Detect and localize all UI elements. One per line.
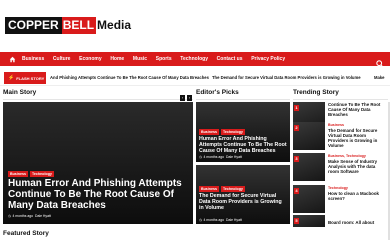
trending-thumbnail[interactable]: 3 [293,153,325,181]
trending-rank: 5 [294,218,299,224]
featured-story-title: Featured Story [3,230,49,237]
trending-headline[interactable]: Board room: All about [328,220,382,225]
trending-category[interactable]: Business [328,123,344,127]
trending-headline[interactable]: Continue To Be The Root Cause Of Many Da… [328,102,382,117]
trending-thumbnail[interactable]: 4 [293,185,325,213]
trending-rank: 1 [294,105,299,111]
post-time: 4 months ago [203,218,225,222]
home-icon[interactable] [6,52,18,66]
trending-thumbnail[interactable]: 5 [293,215,325,227]
nav-item-business[interactable]: Business [22,56,44,62]
post-author[interactable]: Dale Hyatt [35,214,51,218]
trending-story-title: Trending Story [293,89,339,96]
trending-headline[interactable]: How to clean a Macbook screen? [328,191,382,201]
flash-item[interactable]: Make [374,75,384,80]
prev-arrow-icon[interactable]: ‹ [180,95,185,101]
trending-item[interactable]: 5 Board room: All about [293,215,390,227]
editors-pick-meta: ◷ 4 months ago Dale Hyatt [199,155,242,159]
flash-story-badge: ⚡ FLASH STORY [4,72,46,84]
post-time: 4 months ago [203,155,225,159]
main-nav: Business Culture Economy Home Music Spor… [0,52,390,68]
editors-pick-card[interactable]: Business Technology Human Error And Phis… [196,102,290,162]
editors-pick-headline[interactable]: Human Error And Phishing Attempts Contin… [199,136,287,154]
flash-story-ticker: ⚡ FLASH STORY And Phishing Attempts Cont… [0,70,390,86]
trending-item[interactable]: 4 Technology How to clean a Macbook scre… [293,185,390,215]
category-tag[interactable]: Technology [220,129,245,135]
trending-item[interactable]: 3 Business, Technology Make Sense of Ind… [293,153,390,183]
next-arrow-icon[interactable]: › [187,95,192,101]
lightning-icon: ⚡ [8,75,15,81]
nav-item-economy[interactable]: Economy [79,56,102,62]
main-story-meta: ◷ 4 months ago Dale Hyatt [8,214,51,218]
flash-item[interactable]: The Demand for Secure Virtual Data Room … [212,75,361,80]
category-tag[interactable]: Business [199,186,219,192]
logo-part-bell: BELL [61,17,97,34]
category-tag[interactable]: Business [8,171,28,177]
divider [196,99,290,100]
trending-category[interactable]: Technology [328,186,348,190]
category-tag[interactable]: Technology [220,186,245,192]
clock-icon: ◷ [199,155,202,159]
nav-menu: Business Culture Economy Home Music Spor… [22,56,294,62]
nav-item-contact-us[interactable]: Contact us [217,56,243,62]
site-logo[interactable]: COPPER BELL Media [5,17,131,34]
logo-part-copper: COPPER [5,17,62,34]
editors-pick-card[interactable]: Business Technology The Demand for Secur… [196,165,290,224]
clock-icon: ◷ [8,214,11,218]
trending-rank: 2 [294,125,299,131]
nav-item-home[interactable]: Home [110,56,124,62]
flash-story-label: FLASH STORY [16,75,45,81]
editors-pick-meta: ◷ 4 months ago Dale Hyatt [199,218,242,222]
flash-item[interactable]: And Phishing Attempts Continue To Be The… [50,75,209,80]
post-time: 4 months ago [12,214,34,218]
divider [3,99,193,100]
trending-headline[interactable]: The Demand for Secure Virtual Data Room … [328,128,382,148]
search-icon[interactable] [376,55,384,68]
trending-category[interactable]: Business, Technology [328,154,366,158]
post-author[interactable]: Dale Hyatt [226,155,242,159]
main-story-headline[interactable]: Human Error And Phishing Attempts Contin… [8,178,190,211]
nav-item-music[interactable]: Music [133,56,147,62]
nav-item-culture[interactable]: Culture [53,56,71,62]
nav-item-privacy-policy[interactable]: Privacy Policy [251,56,285,62]
divider [293,99,388,100]
nav-item-sports[interactable]: Sports [156,56,172,62]
editors-pick-tags: Business Technology [199,129,245,135]
trending-rank: 4 [294,188,299,194]
editors-pick-headline[interactable]: The Demand for Secure Virtual Data Room … [199,193,287,211]
nav-item-technology[interactable]: Technology [180,56,208,62]
editors-picks-title: Editor's Picks [196,89,239,96]
trending-thumbnail[interactable]: 2 [293,122,325,150]
header: COPPER BELL Media [0,0,390,46]
editors-pick-tags: Business Technology [199,186,245,192]
category-tag[interactable]: Technology [29,171,54,177]
logo-part-media: Media [97,18,132,32]
post-author[interactable]: Dale Hyatt [226,218,242,222]
trending-item[interactable]: 2 Business The Demand for Secure Virtual… [293,122,390,152]
trending-rank: 3 [294,156,299,162]
main-story-card[interactable]: Business Technology Human Error And Phis… [3,102,193,224]
main-story-title: Main Story [3,89,37,96]
category-tag[interactable]: Business [199,129,219,135]
clock-icon: ◷ [199,218,202,222]
trending-headline[interactable]: Make Sense of Industry Analysis with The… [328,159,382,174]
main-story-tags: Business Technology [8,171,54,177]
